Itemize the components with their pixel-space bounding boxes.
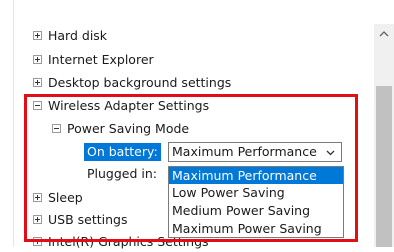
chevron-up-icon bbox=[379, 31, 389, 37]
tree-item-usb-settings[interactable]: USB settings bbox=[0, 210, 160, 230]
tree-item-label: Wireless Adapter Settings bbox=[48, 98, 210, 113]
tree-item-label: USB settings bbox=[48, 212, 128, 227]
tree-item-internet-explorer[interactable]: Internet Explorer bbox=[0, 50, 360, 70]
power-mode-selected-value: Maximum Performance bbox=[172, 144, 317, 159]
scrollbar-thumb[interactable] bbox=[376, 86, 392, 247]
power-mode-options-list: Maximum Performance Low Power Saving Med… bbox=[168, 166, 344, 238]
option-low-power-saving[interactable]: Low Power Saving bbox=[169, 184, 343, 201]
tree-item-label: Desktop background settings bbox=[48, 75, 232, 90]
chevron-down-icon bbox=[326, 150, 335, 156]
tree-item-desktop-background-settings[interactable]: Desktop background settings bbox=[0, 73, 360, 93]
tree-item-wireless-adapter-settings[interactable]: Wireless Adapter Settings bbox=[0, 96, 330, 116]
expand-plus-icon[interactable] bbox=[33, 55, 42, 64]
tree-item-power-saving-mode[interactable]: Power Saving Mode bbox=[0, 119, 300, 139]
setting-plugged-in-label[interactable]: Plugged in: bbox=[84, 165, 160, 183]
expand-plus-icon[interactable] bbox=[33, 78, 42, 87]
setting-on-battery-label[interactable]: On battery: bbox=[84, 143, 161, 161]
option-maximum-power-saving[interactable]: Maximum Power Saving bbox=[169, 220, 343, 237]
tree-item-label: Sleep bbox=[48, 190, 83, 205]
expand-plus-icon[interactable] bbox=[33, 193, 42, 202]
option-medium-power-saving[interactable]: Medium Power Saving bbox=[169, 202, 343, 219]
collapse-minus-icon[interactable] bbox=[52, 124, 61, 133]
tree-item-sleep[interactable]: Sleep bbox=[0, 188, 160, 208]
scroll-up-button[interactable] bbox=[374, 24, 394, 44]
tree-item-label: Internet Explorer bbox=[48, 52, 154, 67]
collapse-minus-icon[interactable] bbox=[33, 101, 42, 110]
expand-plus-icon[interactable] bbox=[33, 215, 42, 224]
tree-item-label: Hard disk bbox=[48, 28, 108, 43]
option-maximum-performance[interactable]: Maximum Performance bbox=[169, 167, 343, 184]
power-options-settings-panel: Hard disk Internet Explorer Desktop back… bbox=[0, 0, 394, 249]
expand-plus-icon[interactable] bbox=[33, 31, 42, 40]
expand-plus-icon[interactable] bbox=[33, 237, 42, 246]
tree-item-hard-disk[interactable]: Hard disk bbox=[0, 26, 360, 46]
tree-item-label: Power Saving Mode bbox=[67, 121, 190, 136]
power-mode-select[interactable]: Maximum Performance bbox=[168, 142, 342, 162]
